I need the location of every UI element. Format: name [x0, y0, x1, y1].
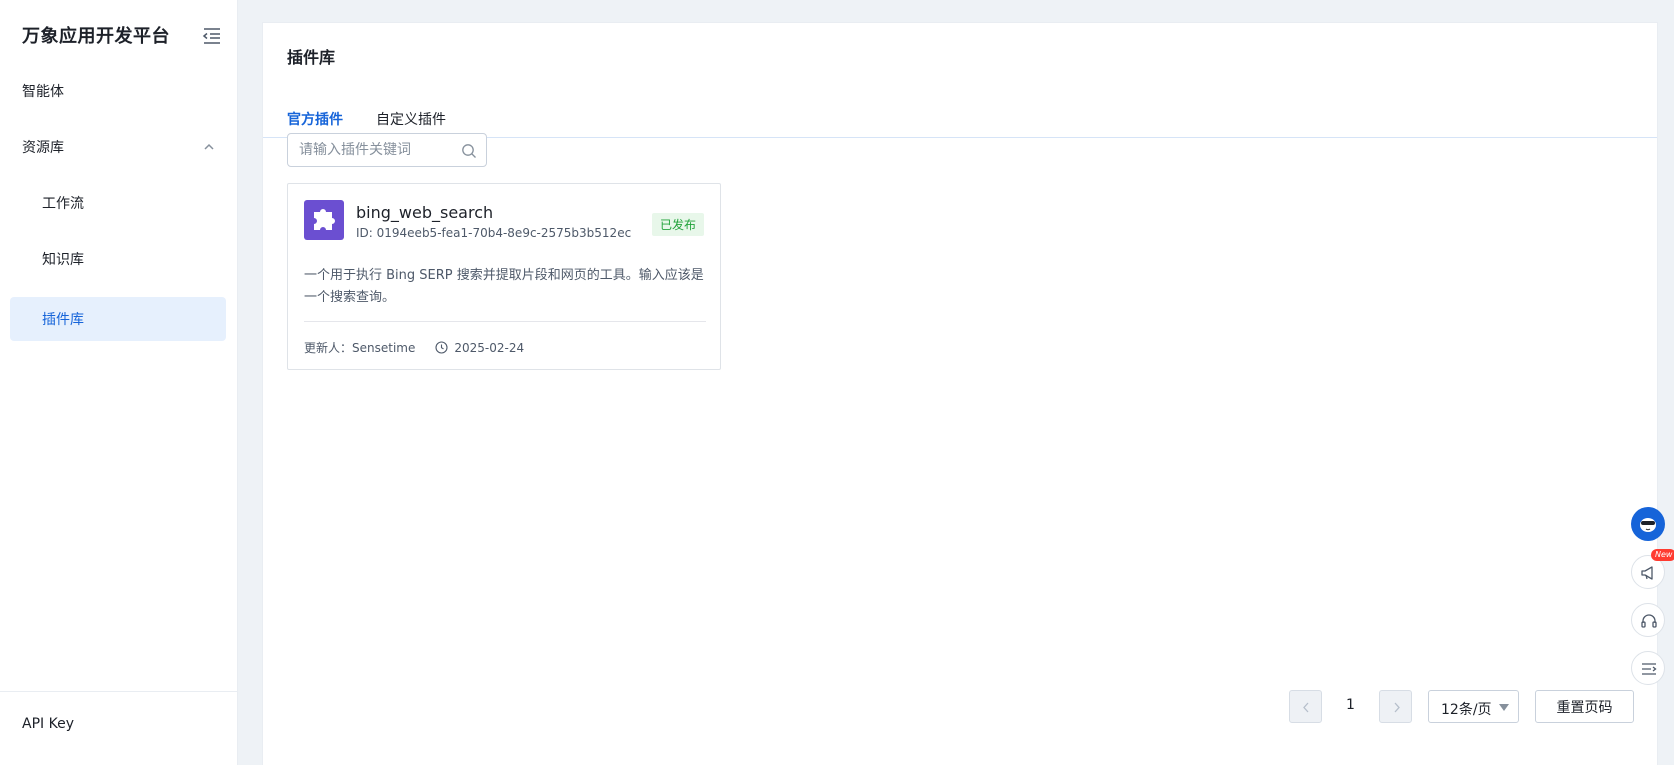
megaphone-icon	[1641, 566, 1653, 580]
sidebar-item-label: 工作流	[42, 196, 84, 212]
page-size-select[interactable]: 12条/页	[1428, 690, 1519, 723]
sidebar-item-agents[interactable]: 智能体	[10, 69, 226, 113]
clock-icon	[435, 341, 448, 354]
app-title: 万象应用开发平台	[22, 26, 170, 47]
tab-bar: 官方插件 自定义插件	[263, 87, 1657, 141]
sidebar: 万象应用开发平台 智能体 资源库 工作流 知识库 插件库 API Key	[0, 0, 238, 765]
reset-page-button[interactable]: 重置页码	[1535, 690, 1634, 723]
sidebar-item-workflow[interactable]: 工作流	[10, 181, 226, 225]
plugin-logo	[304, 200, 344, 240]
api-key-link[interactable]: API Key	[22, 716, 74, 732]
chevron-left-icon	[1303, 702, 1309, 713]
main-panel: 插件库 官方插件 自定义插件 bing_web_search ID: 0194e…	[262, 22, 1658, 765]
search-box	[287, 133, 487, 167]
collapse-sidebar-icon[interactable]	[202, 27, 222, 45]
sidebar-footer: API Key	[0, 691, 238, 765]
page-size-value: 12条/页	[1441, 702, 1492, 718]
new-badge: New	[1651, 549, 1674, 561]
plugin-date: 2025-02-24	[454, 340, 525, 355]
plugin-updater: 更新人：Sensetime	[304, 341, 416, 355]
sidebar-item-label: 知识库	[42, 252, 84, 268]
sidebar-item-label: 插件库	[42, 312, 84, 328]
search-icon[interactable]	[461, 143, 477, 159]
chevron-up-icon	[204, 143, 214, 150]
search-input[interactable]	[299, 142, 459, 158]
sidebar-item-resources[interactable]: 资源库	[10, 125, 226, 169]
support-button[interactable]	[1631, 603, 1665, 637]
caret-down-icon	[1499, 704, 1509, 711]
plugin-name: bing_web_search	[356, 203, 494, 222]
plugin-id: ID: 0194eeb5-fea1-70b4-8e9c-2575b3b512ec	[356, 226, 632, 240]
assistant-mascot-button[interactable]	[1631, 507, 1665, 541]
puzzle-icon	[314, 209, 335, 230]
sidebar-item-label: 智能体	[22, 84, 64, 100]
status-badge: 已发布	[651, 213, 704, 236]
sidebar-item-knowledge[interactable]: 知识库	[10, 237, 226, 281]
chevron-right-icon	[1394, 702, 1400, 713]
divider	[304, 321, 706, 322]
plugin-description: 一个用于执行 Bing SERP 搜索并提取片段和网页的工具。输入应该是一个搜索…	[304, 268, 704, 305]
collapse-tools-button[interactable]	[1631, 651, 1665, 685]
sidebar-item-label: 资源库	[22, 140, 64, 156]
sidebar-item-plugins[interactable]: 插件库	[10, 297, 226, 341]
plugin-meta: 更新人：Sensetime 2025-02-24	[304, 339, 524, 356]
menu-icon	[1642, 663, 1657, 675]
mascot-icon	[1640, 518, 1656, 532]
current-page[interactable]: 1	[1346, 697, 1355, 713]
plugin-card[interactable]: bing_web_search ID: 0194eeb5-fea1-70b4-8…	[287, 183, 721, 370]
page-title: 插件库	[287, 48, 336, 67]
headset-icon	[1641, 614, 1657, 628]
prev-page-button[interactable]	[1289, 690, 1322, 723]
next-page-button[interactable]	[1379, 690, 1412, 723]
